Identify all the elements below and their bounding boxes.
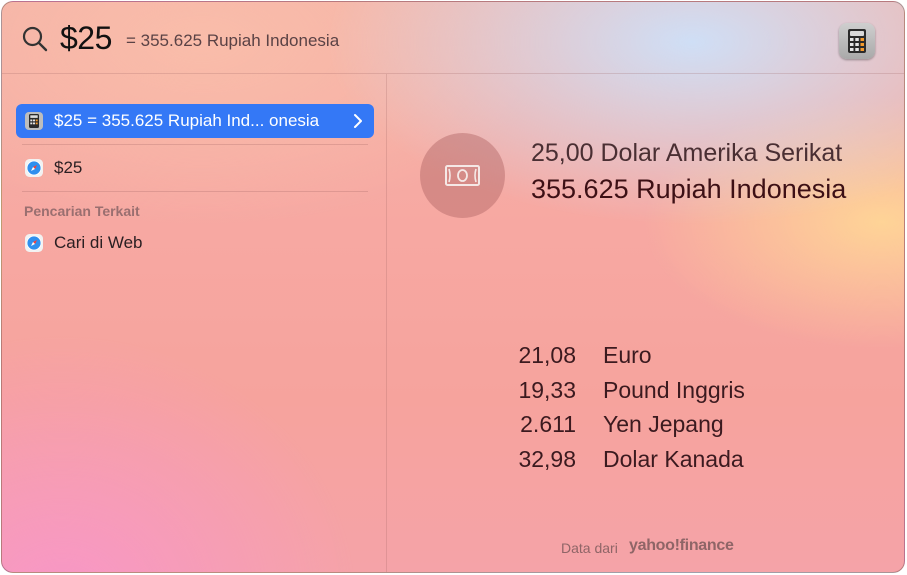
pane-divider	[386, 74, 387, 572]
banknote-icon	[420, 133, 505, 218]
calculator-icon	[25, 112, 43, 130]
rate-value: 21,08	[518, 342, 576, 368]
calculator-icon[interactable]	[839, 23, 875, 59]
rate-value: 2.611	[520, 411, 576, 437]
result-separator	[22, 144, 368, 145]
related-searches-heading: Pencarian Terkait	[24, 203, 140, 219]
top-hit-label: $25 = 355.625 Rupiah Ind... onesia	[54, 111, 320, 130]
yahoo-finance-logo[interactable]: yahoo!finance	[629, 537, 734, 555]
spotlight-window: $25 = 355.625 Rupiah Indonesia $25 = 355…	[1, 1, 905, 573]
rate-currency: Euro	[603, 342, 652, 368]
rate-currency: Pound Inggris	[603, 376, 745, 403]
rate-currency: Dolar Kanada	[603, 445, 744, 472]
safari-icon	[25, 234, 43, 252]
rate-row: 21,08 Euro	[482, 340, 782, 375]
search-icon	[22, 26, 48, 52]
web-result[interactable]: $25	[16, 151, 374, 185]
section-separator	[22, 191, 368, 192]
top-hit-result[interactable]: $25 = 355.625 Rupiah Ind... onesia	[16, 104, 374, 138]
rates-list: 21,08 Euro 19,33 Pound Inggris 2.611 Yen…	[482, 340, 782, 478]
search-web-result[interactable]: Cari di Web	[16, 226, 374, 260]
chevron-right-icon	[354, 114, 362, 128]
search-web-label: Cari di Web	[54, 233, 143, 252]
conversion-to: 355.625 Rupiah Indonesia	[531, 174, 847, 204]
conversion-from: 25,00 Dolar Amerika Serikat	[531, 139, 843, 167]
rate-currency: Yen Jepang	[603, 411, 724, 437]
web-result-label: $25	[54, 158, 83, 177]
rate-value: 19,33	[518, 376, 576, 403]
inline-result-suggestion: = 355.625 Rupiah Indonesia	[126, 31, 340, 50]
data-attribution-label: Data dari	[561, 540, 618, 556]
search-input[interactable]: $25	[60, 20, 112, 57]
rate-row: 19,33 Pound Inggris	[482, 375, 782, 410]
rate-row: 2.611 Yen Jepang	[482, 409, 782, 444]
search-bar: $25 = 355.625 Rupiah Indonesia	[2, 2, 904, 74]
rate-value: 32,98	[518, 445, 576, 472]
rate-row: 32,98 Dolar Kanada	[482, 444, 782, 479]
safari-icon	[25, 159, 43, 177]
